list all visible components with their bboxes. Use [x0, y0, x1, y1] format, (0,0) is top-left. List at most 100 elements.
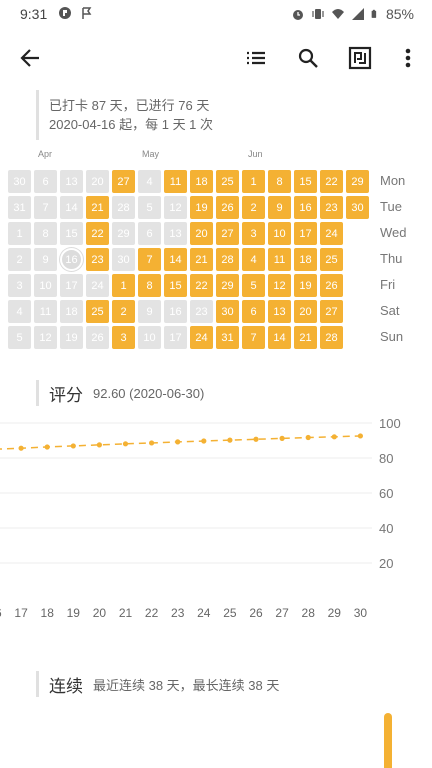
heatmap-cell[interactable]: 3 [242, 222, 265, 245]
heatmap-cell[interactable]: 24 [190, 326, 213, 349]
heatmap-cell[interactable]: 2 [112, 300, 135, 323]
heatmap-cell[interactable]: 22 [86, 222, 109, 245]
heatmap-cell[interactable]: 18 [60, 300, 83, 323]
more-button[interactable] [392, 42, 424, 74]
heatmap-cell[interactable]: 28 [320, 326, 343, 349]
heatmap-cell[interactable]: 3 [112, 326, 135, 349]
heatmap-cell[interactable]: 23 [320, 196, 343, 219]
heatmap-cell[interactable]: 31 [216, 326, 239, 349]
heatmap-cell[interactable]: 9 [138, 300, 161, 323]
heatmap-cell[interactable]: 23 [190, 300, 213, 323]
heatmap-cell[interactable]: 4 [138, 170, 161, 193]
heatmap-cell[interactable]: 1 [112, 274, 135, 297]
heatmap-cell[interactable]: 15 [164, 274, 187, 297]
heatmap-cell[interactable]: 7 [242, 326, 265, 349]
heatmap-cell[interactable]: 24 [86, 274, 109, 297]
heatmap-cell[interactable]: 28 [216, 248, 239, 271]
heatmap-cell[interactable]: 5 [8, 326, 31, 349]
heatmap-cell[interactable]: 22 [320, 170, 343, 193]
heatmap-cell[interactable]: 21 [294, 326, 317, 349]
heatmap-cell-today[interactable]: 16 [60, 248, 83, 271]
heatmap-cell[interactable]: 7 [34, 196, 57, 219]
heatmap-cell[interactable]: 17 [294, 222, 317, 245]
heatmap-cell[interactable]: 30 [346, 196, 369, 219]
heatmap-cell[interactable]: 16 [164, 300, 187, 323]
heatmap-cell[interactable]: 11 [34, 300, 57, 323]
heatmap-cell[interactable]: 23 [86, 248, 109, 271]
heatmap-cell[interactable]: 7 [138, 248, 161, 271]
heatmap-cell[interactable]: 11 [164, 170, 187, 193]
back-button[interactable] [14, 42, 46, 74]
heatmap-cell[interactable]: 17 [164, 326, 187, 349]
heatmap-cell[interactable]: 29 [112, 222, 135, 245]
heatmap-cell[interactable]: 2 [8, 248, 31, 271]
heatmap-cell[interactable]: 19 [190, 196, 213, 219]
heatmap-cell[interactable]: 30 [112, 248, 135, 271]
heatmap-cell[interactable]: 10 [138, 326, 161, 349]
heatmap-cell[interactable]: 9 [268, 196, 291, 219]
heatmap-cell[interactable]: 10 [34, 274, 57, 297]
heatmap-cell[interactable]: 30 [216, 300, 239, 323]
heatmap-cell[interactable]: 31 [8, 196, 31, 219]
search-button[interactable] [292, 42, 324, 74]
heatmap-cell[interactable]: 20 [86, 170, 109, 193]
heatmap-cell[interactable]: 4 [8, 300, 31, 323]
heatmap-cell[interactable]: 15 [60, 222, 83, 245]
heatmap-cell[interactable]: 3 [8, 274, 31, 297]
heatmap-cell[interactable]: 19 [60, 326, 83, 349]
heatmap-cell[interactable]: 25 [216, 170, 239, 193]
nfc-button[interactable] [344, 42, 376, 74]
heatmap-cell[interactable]: 29 [216, 274, 239, 297]
info-card: 已打卡 87 天，已进行 76 天 2020-04-16 起，每 1 天 1 次 [36, 90, 336, 140]
heatmap-cell[interactable]: 13 [164, 222, 187, 245]
heatmap-cell[interactable]: 26 [320, 274, 343, 297]
heatmap-cell[interactable]: 10 [268, 222, 291, 245]
heatmap-cell[interactable]: 27 [320, 300, 343, 323]
heatmap-cell[interactable]: 14 [164, 248, 187, 271]
heatmap-cell[interactable]: 13 [60, 170, 83, 193]
heatmap-cell[interactable]: 22 [190, 274, 213, 297]
heatmap-cell[interactable]: 12 [268, 274, 291, 297]
heatmap-cell[interactable]: 25 [86, 300, 109, 323]
heatmap-cell[interactable]: 28 [112, 196, 135, 219]
heatmap-cell[interactable]: 21 [190, 248, 213, 271]
heatmap-cell[interactable]: 18 [294, 248, 317, 271]
heatmap-cell[interactable]: 15 [294, 170, 317, 193]
heatmap-cell[interactable]: 13 [268, 300, 291, 323]
heatmap-cell[interactable]: 2 [242, 196, 265, 219]
heatmap-cell[interactable]: 11 [268, 248, 291, 271]
heatmap-cell[interactable]: 6 [138, 222, 161, 245]
heatmap-cell[interactable]: 16 [294, 196, 317, 219]
heatmap-cell[interactable]: 14 [60, 196, 83, 219]
heatmap-cell[interactable]: 8 [138, 274, 161, 297]
heatmap-cell[interactable]: 27 [216, 222, 239, 245]
heatmap-cell[interactable]: 20 [294, 300, 317, 323]
heatmap-cell[interactable]: 26 [216, 196, 239, 219]
heatmap-cell[interactable]: 12 [164, 196, 187, 219]
heatmap-cell[interactable]: 21 [86, 196, 109, 219]
heatmap-cell[interactable]: 29 [346, 170, 369, 193]
heatmap-cell[interactable]: 6 [242, 300, 265, 323]
heatmap-cell[interactable]: 19 [294, 274, 317, 297]
heatmap-cell[interactable]: 26 [86, 326, 109, 349]
heatmap-cell[interactable]: 1 [8, 222, 31, 245]
heatmap-cell[interactable]: 8 [34, 222, 57, 245]
heatmap-cell[interactable]: 5 [242, 274, 265, 297]
more-vert-icon [405, 48, 411, 68]
heatmap-cell[interactable]: 12 [34, 326, 57, 349]
heatmap-cell[interactable]: 24 [320, 222, 343, 245]
heatmap-cell[interactable]: 6 [34, 170, 57, 193]
heatmap-cell[interactable]: 27 [112, 170, 135, 193]
heatmap-cell[interactable]: 25 [320, 248, 343, 271]
heatmap-cell[interactable]: 20 [190, 222, 213, 245]
list-button[interactable] [240, 42, 272, 74]
heatmap-cell[interactable]: 4 [242, 248, 265, 271]
heatmap-cell[interactable]: 30 [8, 170, 31, 193]
heatmap-cell[interactable]: 17 [60, 274, 83, 297]
heatmap-cell[interactable]: 18 [190, 170, 213, 193]
heatmap-cell[interactable]: 9 [34, 248, 57, 271]
heatmap-cell[interactable]: 5 [138, 196, 161, 219]
heatmap-cell[interactable]: 8 [268, 170, 291, 193]
heatmap-cell[interactable]: 1 [242, 170, 265, 193]
heatmap-cell[interactable]: 14 [268, 326, 291, 349]
